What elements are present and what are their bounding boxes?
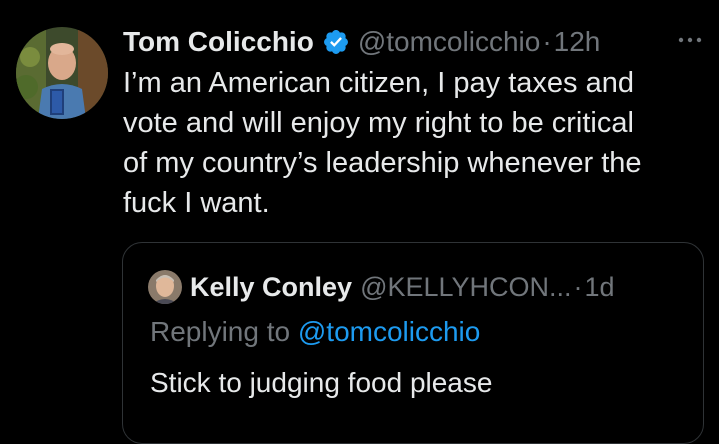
more-horizontal-icon[interactable] bbox=[676, 28, 704, 52]
quoted-tweet-timestamp[interactable]: 1d bbox=[585, 272, 615, 303]
avatar-photo bbox=[148, 270, 182, 304]
author-handle[interactable]: @tomcolicchio bbox=[358, 26, 540, 58]
tweet-text-line: vote and will enjoy my right to be criti… bbox=[123, 107, 634, 139]
quoted-author-display-name[interactable]: Kelly Conley bbox=[190, 272, 352, 303]
author-avatar[interactable] bbox=[16, 27, 108, 119]
tweet-text-line: I’m an American citizen, I pay taxes and bbox=[123, 67, 634, 99]
author-display-name[interactable]: Tom Colicchio bbox=[123, 26, 314, 58]
tweet-header: Tom Colicchio @tomcolicchio · 12h bbox=[123, 22, 600, 62]
replying-to-mention-link[interactable]: @tomcolicchio bbox=[298, 316, 480, 347]
quoted-tweet-header: Kelly Conley @KELLYHCON... · 1d bbox=[190, 267, 615, 307]
separator-dot: · bbox=[542, 26, 552, 57]
tweet-text-line: of my country’s leadership whenever the bbox=[123, 147, 642, 179]
avatar-photo bbox=[16, 27, 108, 119]
replying-to-label: Replying to bbox=[150, 316, 291, 347]
verified-badge-icon[interactable] bbox=[322, 28, 350, 56]
quoted-author-handle[interactable]: @KELLYHCON... bbox=[360, 272, 571, 303]
separator-dot: · bbox=[573, 271, 583, 302]
replying-to-line: Replying to @tomcolicchio bbox=[150, 316, 480, 348]
quoted-tweet-card[interactable]: Kelly Conley @KELLYHCON... · 1d Replying… bbox=[122, 242, 704, 444]
quoted-tweet-text: Stick to judging food please bbox=[150, 367, 493, 398]
quoted-author-avatar[interactable] bbox=[148, 270, 182, 304]
tweet-text-line: fuck I want. bbox=[123, 187, 270, 219]
tweet-text: I’m an American citizen, I pay taxes and… bbox=[123, 63, 703, 223]
tweet[interactable]: Tom Colicchio @tomcolicchio · 12h I’m an… bbox=[0, 0, 719, 444]
tweet-timestamp[interactable]: 12h bbox=[554, 26, 601, 58]
